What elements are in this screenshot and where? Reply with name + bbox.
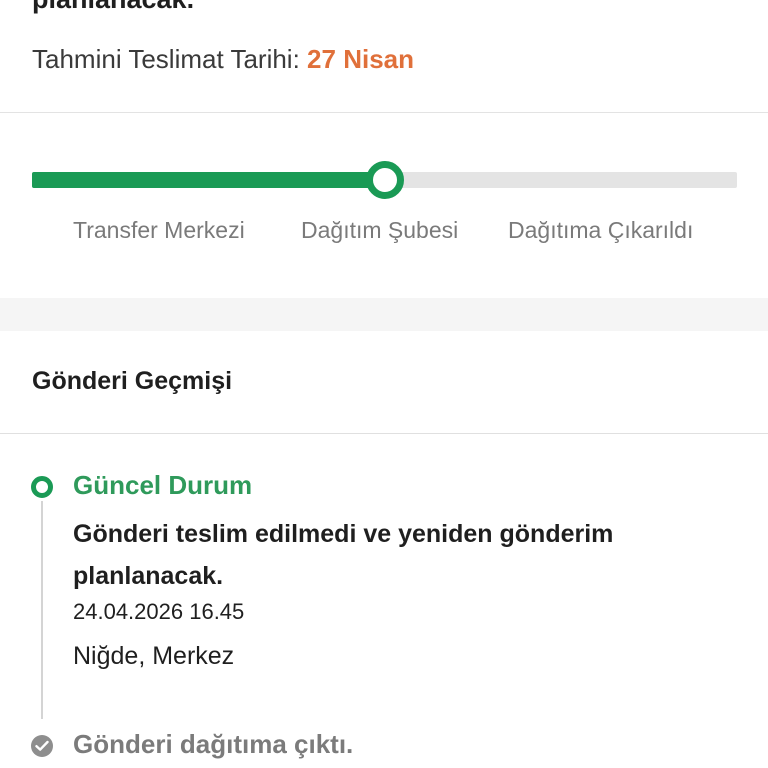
- shipment-progress: Transfer Merkezi Dağıtım Şubesi Dağıtıma…: [0, 113, 768, 298]
- section-spacer: [0, 298, 768, 331]
- eta-label: Tahmini Teslimat Tarihi:: [32, 44, 300, 74]
- current-status-label: Güncel Durum: [73, 470, 253, 500]
- history-title: Gönderi Geçmişi: [32, 367, 233, 395]
- step-transfer-merkezi: Transfer Merkezi: [73, 217, 245, 243]
- current-status-location: Niğde, Merkez: [73, 642, 235, 670]
- delivery-summary: planlanacak. Tahmini Teslimat Tarihi: 27…: [0, 0, 768, 113]
- step-dagitim-subesi: Dağıtım Şubesi: [301, 217, 459, 243]
- status-title: planlanacak.: [32, 0, 194, 15]
- eta-row: Tahmini Teslimat Tarihi: 27 Nisan: [32, 44, 414, 75]
- eta-date: 27 Nisan: [307, 44, 414, 74]
- history-divider: [0, 433, 768, 434]
- timeline-line: [41, 501, 43, 719]
- status-current-icon: [31, 476, 53, 498]
- check-circle-icon: [31, 735, 53, 757]
- previous-status-label: Gönderi dağıtıma çıktı.: [73, 729, 354, 759]
- progress-fill: [32, 172, 385, 188]
- step-dagitima-cikarildi: Dağıtıma Çıkarıldı: [508, 217, 694, 243]
- progress-track: [32, 161, 737, 199]
- current-status-description: Gönderi teslim edilmedi ve yeniden gönde…: [73, 520, 614, 590]
- progress-current-marker: [365, 161, 404, 199]
- shipment-history: Gönderi Geçmişi Güncel Durum Gönderi tes…: [0, 331, 768, 768]
- current-status-datetime: 24.04.2026 16.45: [73, 599, 245, 624]
